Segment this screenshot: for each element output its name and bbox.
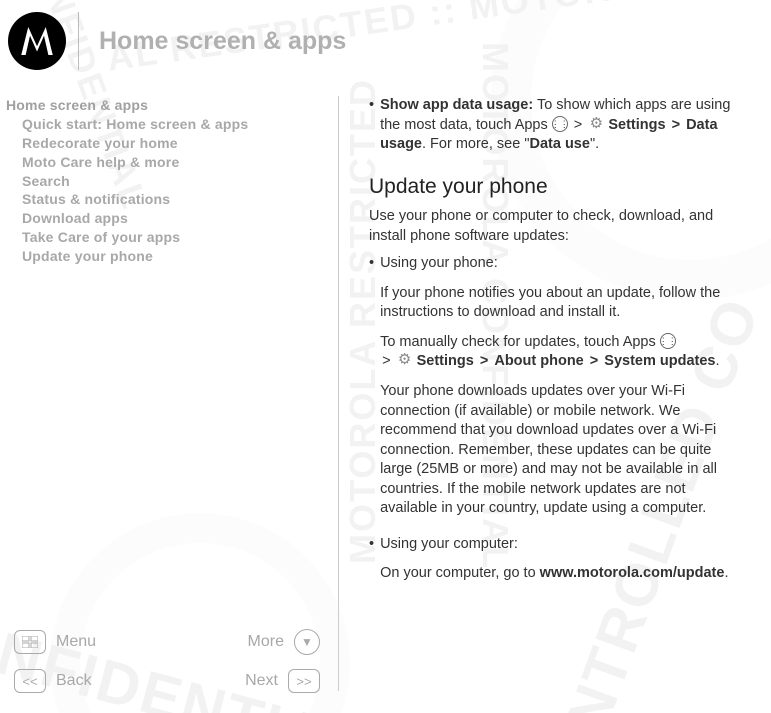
more-icon: ▼ <box>294 629 320 655</box>
nav-item-quick-start[interactable]: Quick start: Home screen & apps <box>6 115 328 134</box>
nav-item-download[interactable]: Download apps <box>6 209 328 228</box>
phone-p2: To manually check for updates, touch App… <box>380 333 743 372</box>
motorola-logo <box>8 12 66 70</box>
bullet-mark: • <box>369 254 374 529</box>
data-usage-paragraph: Show app data usage: To show which apps … <box>380 96 743 165</box>
phone-p1: If your phone notifies you about an upda… <box>380 284 743 323</box>
menu-icon <box>14 630 46 654</box>
nav-item-status[interactable]: Status & notifications <box>6 190 328 209</box>
gear-icon: ⚙ <box>588 116 604 132</box>
computer-p1: On your computer, go to www.motorola.com… <box>380 564 743 584</box>
nav-item-search[interactable]: Search <box>6 172 328 191</box>
next-button[interactable]: >> Next <box>245 669 320 693</box>
apps-icon: ⋮⋮ <box>552 116 568 132</box>
phone-head: Using your phone: <box>380 254 743 274</box>
nav-list: Home screen & apps Quick start: Home scr… <box>6 96 328 266</box>
menu-label: Menu <box>56 633 96 651</box>
bullet-lead: Show app data usage: <box>380 97 533 113</box>
header: Home screen & apps <box>0 0 771 78</box>
next-label: Next <box>245 672 278 690</box>
menu-button[interactable]: Menu <box>14 630 96 654</box>
nav-section-head[interactable]: Home screen & apps <box>6 96 328 115</box>
nav-item-update[interactable]: Update your phone <box>6 247 328 266</box>
article-body: • Show app data usage: To show which app… <box>339 78 771 713</box>
bullet-mark: • <box>369 96 374 165</box>
back-button[interactable]: << Back <box>14 669 92 693</box>
update-url: www.motorola.com/update <box>540 565 725 581</box>
apps-icon: ⋮⋮ <box>660 333 676 349</box>
computer-head: Using your computer: <box>380 535 743 555</box>
sidebar: Home screen & apps Quick start: Home scr… <box>0 78 338 713</box>
intro-text: Use your phone or computer to check, dow… <box>369 207 743 246</box>
next-icon: >> <box>288 669 320 693</box>
nav-item-moto-care[interactable]: Moto Care help & more <box>6 153 328 172</box>
section-heading: Update your phone <box>369 173 743 201</box>
footer-nav: Menu ▼ More << Back >> Next <box>6 617 328 713</box>
back-icon: << <box>14 669 46 693</box>
page-title: Home screen & apps <box>99 27 346 56</box>
nav-item-redecorate[interactable]: Redecorate your home <box>6 134 328 153</box>
bullet-mark: • <box>369 535 374 594</box>
more-button[interactable]: ▼ More <box>248 629 320 655</box>
gear-icon: ⚙ <box>397 353 413 369</box>
nav-item-take-care[interactable]: Take Care of your apps <box>6 228 328 247</box>
back-label: Back <box>56 672 92 690</box>
more-label: More <box>248 633 284 651</box>
phone-p3: Your phone downloads updates over your W… <box>380 382 743 519</box>
